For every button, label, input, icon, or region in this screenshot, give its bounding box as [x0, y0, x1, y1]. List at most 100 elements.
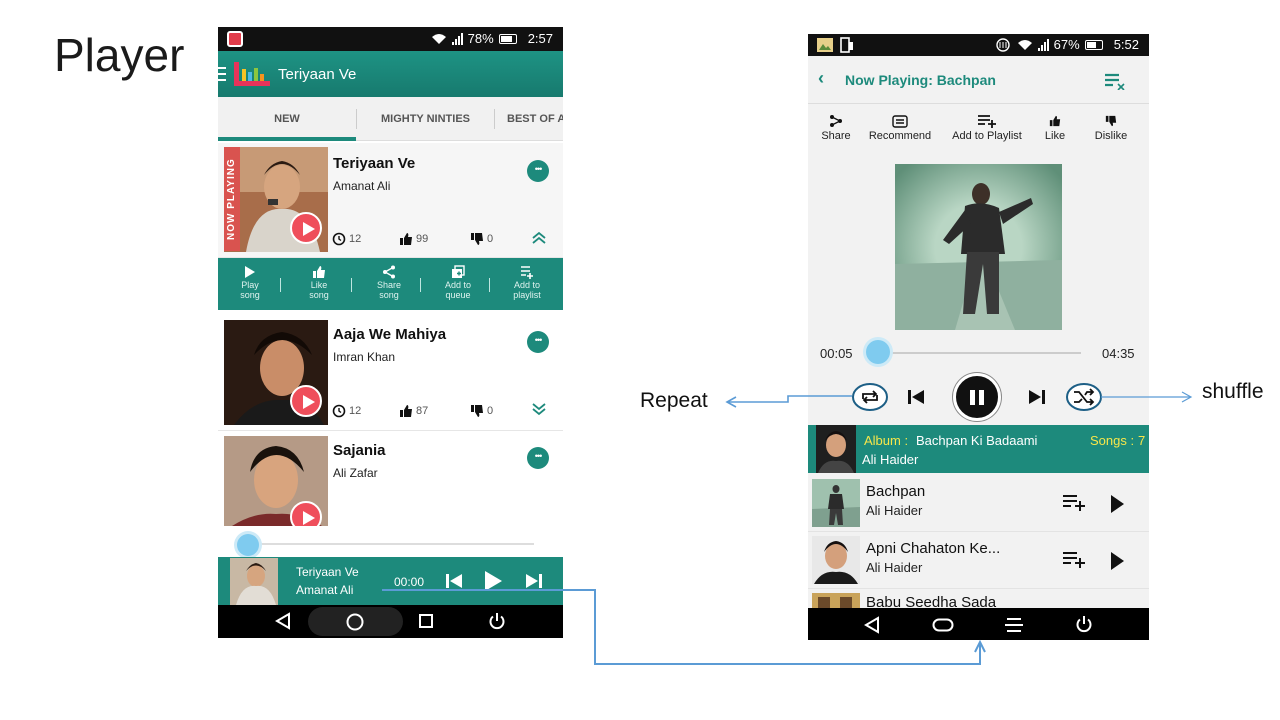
chevron-up-icon[interactable]	[531, 231, 547, 245]
action-divider	[420, 278, 421, 292]
dislike-button[interactable]: Dislike	[1091, 112, 1131, 142]
album-info-bar[interactable]: Album : Bachpan Ki Badaami Ali Haider So…	[808, 425, 1149, 473]
home-icon[interactable]	[932, 618, 954, 632]
seek-track	[249, 543, 534, 545]
play-song-icon[interactable]	[290, 501, 322, 526]
previous-icon[interactable]	[907, 389, 925, 405]
status-time: 5:52	[1113, 37, 1139, 52]
right-phone-screen: 67% 5:52 ‹ Now Playing: Bachpan Share Re…	[808, 34, 1149, 640]
track-row[interactable]: Apni Chahaton Ke... Ali Haider	[808, 532, 1149, 589]
power-icon[interactable]	[1075, 615, 1093, 633]
mini-player[interactable]: Teriyaan Ve Amanat Ali 00:00	[218, 557, 563, 605]
play-song-line2: song	[240, 290, 260, 300]
thumbs-down-icon	[471, 405, 483, 417]
track-row[interactable]: Bachpan Ali Haider	[808, 475, 1149, 532]
wifi-icon	[1017, 39, 1032, 50]
repeat-button[interactable]	[851, 382, 889, 412]
song-row[interactable]: Sajania Ali Zafar	[218, 432, 563, 526]
back-icon[interactable]	[274, 612, 292, 630]
like-button[interactable]: Like	[1040, 112, 1070, 142]
share-song-button[interactable]: Share song	[359, 264, 419, 300]
pause-button[interactable]	[953, 373, 1001, 421]
nfc-icon	[995, 37, 1010, 52]
song-artist: Amanat Ali	[333, 179, 391, 193]
add-to-queue-line1: Add to	[444, 280, 472, 290]
thumbs-up-icon	[400, 405, 412, 417]
battery-percent: 78%	[467, 31, 494, 46]
album-cover	[895, 164, 1062, 330]
next-icon[interactable]	[525, 573, 543, 589]
mini-player-thumbnail	[230, 558, 278, 605]
now-playing-header: ‹ Now Playing: Bachpan	[808, 56, 1149, 104]
songs-count: 7	[1138, 433, 1146, 448]
more-options-icon[interactable]	[527, 447, 549, 469]
play-icon[interactable]	[483, 570, 503, 592]
like-count[interactable]: 99	[399, 232, 428, 246]
song-artist: Imran Khan	[333, 350, 396, 364]
thumbs-up-icon	[313, 266, 325, 278]
songs-label: Songs :	[1090, 433, 1135, 448]
add-to-queue-icon[interactable]	[1062, 493, 1086, 511]
seek-knob[interactable]	[866, 340, 890, 364]
recommend-icon	[892, 115, 908, 128]
home-icon[interactable]	[345, 612, 365, 632]
app-notification-icon	[227, 31, 243, 47]
duration-time: 04:35	[1102, 346, 1135, 361]
chevron-down-icon[interactable]	[531, 402, 547, 416]
next-icon[interactable]	[1028, 389, 1046, 405]
back-icon[interactable]	[864, 616, 880, 634]
menu-icon[interactable]	[1004, 617, 1024, 633]
play-track-icon[interactable]	[1111, 495, 1124, 513]
tab-mighty-ninties[interactable]: MIGHTY NINTIES	[357, 97, 494, 141]
recommend-button[interactable]: Recommend	[865, 112, 935, 142]
play-song-icon[interactable]	[290, 385, 322, 417]
add-to-playlist-button[interactable]: Add to playlist	[497, 264, 557, 300]
battery-icon	[1084, 39, 1103, 50]
track-title: Apni Chahaton Ke...	[866, 540, 1001, 557]
back-chevron-icon[interactable]: ‹	[818, 68, 824, 89]
status-bar: 67% 5:52	[808, 34, 1149, 56]
recents-icon[interactable]	[418, 613, 434, 629]
previous-icon[interactable]	[445, 573, 463, 589]
seek-track[interactable]	[868, 352, 1081, 354]
status-indicators: 67% 5:52	[994, 37, 1139, 52]
track-artist: Ali Haider	[866, 560, 923, 575]
song-row[interactable]: Aaja We Mahiya Imran Khan 12 87 0	[218, 316, 563, 431]
thumbs-down-icon	[471, 233, 483, 245]
add-to-playlist-label: Add to Playlist	[952, 130, 1022, 142]
play-icon	[245, 266, 255, 278]
now-playing-actions: Share Recommend Add to Playlist Like Dis…	[808, 106, 1149, 156]
category-tabs: NEW MIGHTY NINTIES BEST OF A	[218, 97, 563, 141]
tab-new[interactable]: NEW	[218, 97, 356, 141]
mini-seekbar[interactable]	[235, 534, 535, 556]
like-song-button[interactable]: Like song	[289, 264, 349, 300]
play-song-icon[interactable]	[290, 212, 322, 244]
clear-queue-icon[interactable]	[1104, 72, 1126, 90]
history-icon	[332, 232, 346, 246]
shuffle-button[interactable]	[1065, 382, 1103, 412]
repeat-annotation: Repeat	[640, 389, 708, 412]
power-icon[interactable]	[488, 612, 506, 630]
recommend-label: Recommend	[868, 130, 932, 142]
song-artist: Ali Zafar	[333, 466, 378, 480]
share-button[interactable]: Share	[818, 112, 854, 142]
menu-icon[interactable]	[218, 67, 226, 81]
add-to-playlist-button[interactable]: Add to Playlist	[947, 112, 1027, 142]
like-count[interactable]: 87	[399, 404, 428, 418]
more-options-icon[interactable]	[527, 160, 549, 182]
tab-best-of[interactable]: BEST OF A	[495, 97, 563, 141]
dislike-count[interactable]: 0	[470, 404, 493, 418]
track-row[interactable]: Babu Seedha Sada	[808, 589, 1149, 608]
elapsed-time: 00:05	[820, 346, 853, 361]
play-song-button[interactable]: Play song	[220, 264, 280, 300]
play-track-icon[interactable]	[1111, 552, 1124, 570]
add-to-queue-button[interactable]: Add to queue	[428, 264, 488, 300]
add-to-queue-icon[interactable]	[1062, 550, 1086, 568]
seek-knob[interactable]	[237, 534, 259, 556]
song-row-now-playing[interactable]: NOW PLAYING Teriyaan Ve Amanat Ali 12 99…	[218, 143, 563, 258]
play-count-value: 12	[349, 233, 362, 245]
more-options-icon[interactable]	[527, 331, 549, 353]
dislike-count[interactable]: 0	[470, 232, 493, 246]
track-thumbnail	[812, 593, 860, 608]
mini-player-time: 00:00	[394, 575, 425, 589]
